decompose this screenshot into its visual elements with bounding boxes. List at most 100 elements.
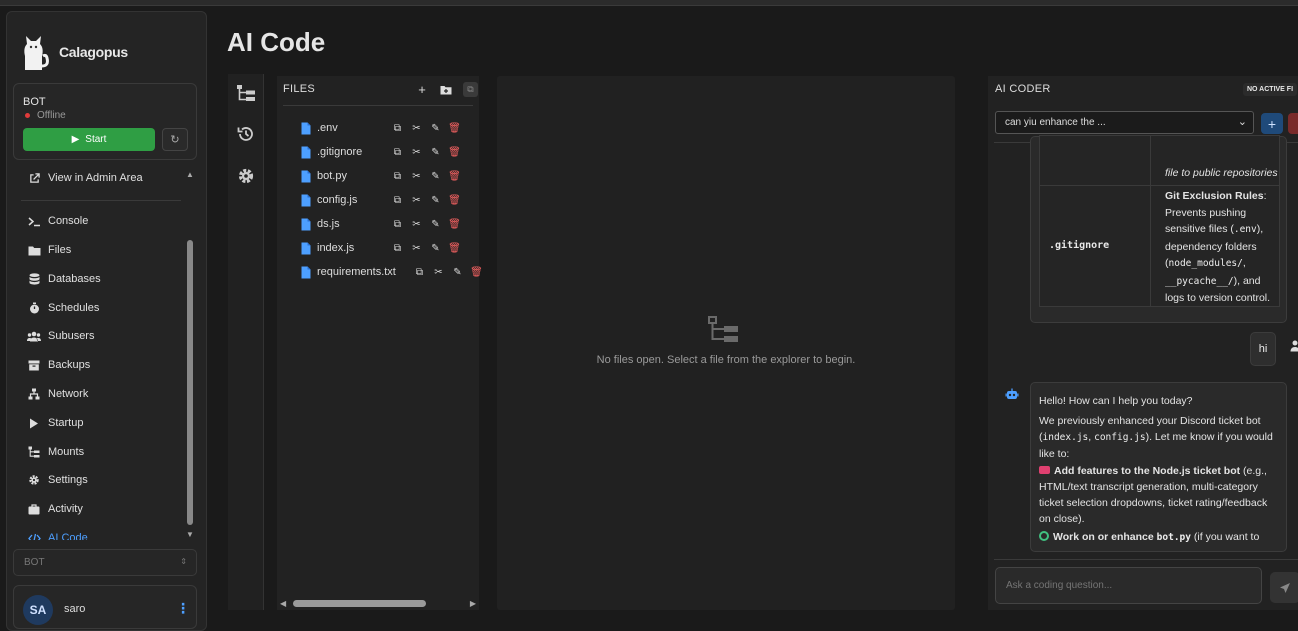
pencil-icon[interactable]: ✎ bbox=[430, 243, 441, 254]
server-status: Offline bbox=[25, 110, 66, 121]
editor-area: No files open. Select a file from the ex… bbox=[497, 76, 955, 610]
history-icon[interactable] bbox=[234, 122, 258, 146]
pencil-icon[interactable]: ✎ bbox=[430, 171, 441, 182]
ai-panel-title: AI CODER bbox=[995, 83, 1051, 95]
ai-question-input[interactable] bbox=[995, 567, 1262, 604]
copy-icon[interactable]: ⧉ bbox=[392, 147, 403, 158]
sidebar-item-schedules[interactable]: Schedules bbox=[27, 298, 99, 318]
sidebar-item-label: Mounts bbox=[48, 446, 85, 458]
ai-coder-panel: AI CODER NO ACTIVE FI can yiu enhance th… bbox=[988, 76, 1298, 610]
file-name: ds.js bbox=[317, 218, 340, 230]
trash-icon[interactable]: 🗑 bbox=[448, 123, 461, 134]
pencil-icon[interactable]: ✎ bbox=[430, 219, 441, 230]
delete-conversation-button[interactable] bbox=[1288, 113, 1298, 134]
file-row[interactable]: requirements.txt ⧉ ✂ ✎ 🗑 bbox=[301, 264, 483, 280]
copy-disabled-icon[interactable]: ⧉ bbox=[463, 82, 478, 97]
scroll-up-icon[interactable]: ▲ bbox=[185, 170, 195, 180]
sidebar-item-startup[interactable]: Startup bbox=[27, 413, 83, 433]
user-card[interactable]: SA saro ⋮ bbox=[13, 585, 197, 629]
sidebar-item-files[interactable]: Files bbox=[27, 240, 71, 260]
file-icon bbox=[301, 242, 311, 254]
server-select[interactable]: BOT ⇕ bbox=[13, 549, 197, 576]
file-row[interactable]: ds.js ⧉ ✂ ✎ 🗑 bbox=[301, 216, 461, 232]
sidebar-item-label: Startup bbox=[48, 417, 84, 429]
sidebar-item-subusers[interactable]: Subusers bbox=[27, 326, 94, 346]
sidebar-item-backups[interactable]: Backups bbox=[27, 355, 90, 375]
pencil-icon[interactable]: ✎ bbox=[430, 123, 441, 134]
cut-icon[interactable]: ✂ bbox=[411, 147, 422, 158]
avatar[interactable]: SA bbox=[23, 595, 53, 625]
file-name: .gitignore bbox=[317, 146, 363, 158]
cut-icon[interactable]: ✂ bbox=[411, 195, 422, 206]
trash-icon[interactable]: 🗑 bbox=[448, 243, 461, 254]
new-conversation-button[interactable]: + bbox=[1261, 113, 1283, 134]
file-row[interactable]: .env ⧉ ✂ ✎ 🗑 bbox=[301, 120, 461, 136]
kebab-menu-icon[interactable]: ⋮ bbox=[176, 600, 190, 617]
pencil-icon[interactable]: ✎ bbox=[430, 147, 441, 158]
copy-icon[interactable]: ⧉ bbox=[392, 219, 403, 230]
mounts-icon bbox=[27, 445, 41, 459]
ai-input-divider bbox=[994, 559, 1298, 560]
file-row[interactable]: .gitignore ⧉ ✂ ✎ 🗑 bbox=[301, 144, 461, 160]
send-button[interactable] bbox=[1270, 572, 1298, 603]
sidebar-item-activity[interactable]: Activity bbox=[27, 499, 83, 519]
cut-icon[interactable]: ✂ bbox=[411, 243, 422, 254]
scroll-down-icon[interactable]: ▼ bbox=[185, 530, 195, 540]
server-select-value: BOT bbox=[24, 557, 45, 568]
new-folder-icon[interactable] bbox=[439, 83, 453, 97]
conversation-select-value: can yiu enhance the ... bbox=[1005, 117, 1106, 128]
stopwatch-icon bbox=[27, 301, 41, 315]
brand[interactable]: Calagopus bbox=[17, 32, 128, 72]
cut-icon[interactable]: ✂ bbox=[433, 267, 444, 278]
trash-icon[interactable]: 🗑 bbox=[470, 267, 483, 278]
users-icon bbox=[27, 329, 41, 343]
sidebar-scrollbar[interactable]: ▲ ▼ bbox=[185, 170, 195, 540]
pencil-icon[interactable]: ✎ bbox=[430, 195, 441, 206]
file-row[interactable]: config.js ⧉ ✂ ✎ 🗑 bbox=[301, 192, 461, 208]
sidebar-item-console[interactable]: Console bbox=[27, 211, 88, 231]
tool-rail bbox=[228, 74, 264, 610]
h-scroll-thumb[interactable] bbox=[293, 600, 426, 607]
copy-icon[interactable]: ⧉ bbox=[414, 267, 425, 278]
file-tree-icon[interactable] bbox=[234, 81, 258, 105]
sidebar-item-ai-code[interactable]: AI Code bbox=[27, 528, 88, 540]
copy-icon[interactable]: ⧉ bbox=[392, 243, 403, 254]
scroll-left-icon[interactable]: ◀ bbox=[280, 599, 286, 608]
file-row[interactable]: bot.py ⧉ ✂ ✎ 🗑 bbox=[301, 168, 461, 184]
trash-icon[interactable]: 🗑 bbox=[448, 195, 461, 206]
file-row[interactable]: index.js ⧉ ✂ ✎ 🗑 bbox=[301, 240, 461, 256]
copy-icon[interactable]: ⧉ bbox=[392, 195, 403, 206]
sidebar-item-databases[interactable]: Databases bbox=[27, 269, 101, 289]
gear-icon bbox=[27, 473, 41, 487]
file-actions: ⧉ ✂ ✎ 🗑 bbox=[392, 171, 461, 182]
copy-icon[interactable]: ⧉ bbox=[392, 171, 403, 182]
start-button[interactable]: ▶ Start bbox=[23, 128, 155, 151]
chevron-down-icon: ⌄ bbox=[1237, 116, 1247, 128]
cut-icon[interactable]: ✂ bbox=[411, 123, 422, 134]
restart-button[interactable]: ↻ bbox=[162, 128, 188, 151]
table-cell-text: file to public repositories bbox=[1165, 167, 1278, 179]
sidebar-item-mounts[interactable]: Mounts bbox=[27, 442, 84, 462]
trash-icon[interactable]: 🗑 bbox=[448, 171, 461, 182]
chevron-updown-icon: ⇕ bbox=[180, 557, 187, 566]
new-file-icon[interactable]: + bbox=[415, 82, 429, 97]
gear-icon[interactable] bbox=[234, 164, 258, 188]
pencil-icon[interactable]: ✎ bbox=[452, 267, 463, 278]
sidebar-item-label: Settings bbox=[48, 474, 88, 486]
cut-icon[interactable]: ✂ bbox=[411, 219, 422, 230]
file-name: bot.py bbox=[317, 170, 347, 182]
git-rules-text: Git Exclusion Rules: Prevents pushing se… bbox=[1165, 190, 1271, 304]
trash-icon[interactable]: 🗑 bbox=[448, 219, 461, 230]
conversation-select[interactable]: can yiu enhance the ... ⌄ bbox=[995, 111, 1254, 134]
cut-icon[interactable]: ✂ bbox=[411, 171, 422, 182]
sidebar-item-settings[interactable]: Settings bbox=[27, 470, 88, 490]
trash-icon[interactable]: 🗑 bbox=[448, 147, 461, 158]
sidebar-scroll-thumb[interactable] bbox=[187, 240, 193, 525]
scroll-right-icon[interactable]: ▶ bbox=[470, 599, 476, 608]
explorer-h-scrollbar[interactable]: ◀ ▶ bbox=[277, 597, 479, 610]
copy-icon[interactable]: ⧉ bbox=[392, 123, 403, 134]
robot-icon bbox=[1005, 388, 1019, 399]
file-name: index.js bbox=[317, 242, 355, 254]
sidebar-item-network[interactable]: Network bbox=[27, 384, 88, 404]
sidebar-item-admin-area[interactable]: View in Admin Area bbox=[27, 168, 143, 188]
